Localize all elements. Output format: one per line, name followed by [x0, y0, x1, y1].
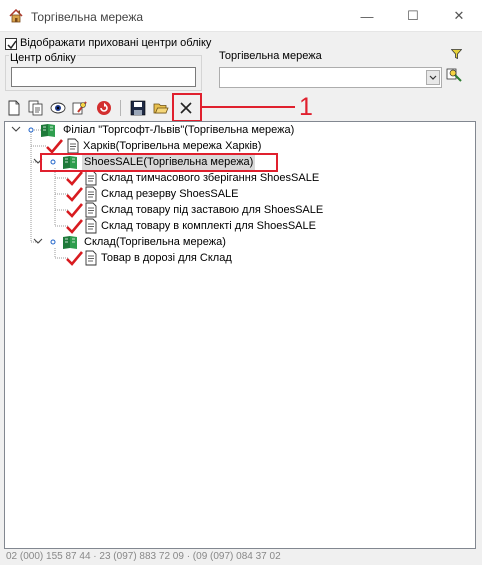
tree-node-label: Філіал "Торгсофт-Львів"(Торгівельна мере…: [63, 124, 295, 136]
toolbar-separator: [120, 100, 121, 116]
annotation-highlight-delete: [172, 93, 202, 122]
window-title: Торгівельна мережа: [31, 10, 144, 24]
tree-node-kharkiv[interactable]: Харків(Торгівельна мережа Харків): [45, 138, 465, 154]
network-dropdown-button[interactable]: [426, 70, 440, 85]
tree-expander-icon[interactable]: [31, 234, 81, 250]
tree-node-in-transit[interactable]: Товар в дорозі для Склад: [65, 250, 465, 266]
show-hidden-label[interactable]: Відображати приховані центри обліку: [20, 37, 211, 49]
window-content: Відображати приховані центри обліку Цент…: [0, 32, 482, 565]
copy-icon[interactable]: [28, 100, 44, 116]
filter-funnel-icon[interactable]: [451, 49, 462, 59]
minimize-button[interactable]: —: [344, 0, 390, 32]
tree-node-reserve[interactable]: Склад резерву ShoesSALE: [65, 186, 465, 202]
maximize-button[interactable]: ☐: [390, 0, 436, 32]
network-combobox[interactable]: [219, 67, 442, 88]
tree-node-label: Склад(Торгівельна мережа): [84, 236, 226, 248]
edit-icon[interactable]: [72, 100, 88, 116]
tree-node-label: Харків(Торгівельна мережа Харків): [83, 140, 262, 152]
tree-node-label: Товар в дорозі для Склад: [101, 252, 232, 264]
tree-node-sklad[interactable]: Склад(Торгівельна мережа): [31, 234, 451, 250]
view-icon[interactable]: [50, 100, 66, 116]
refresh-icon[interactable]: [96, 100, 112, 116]
app-house-icon: [9, 9, 23, 23]
active-check-icon: [66, 170, 97, 186]
tree-node-label: Склад резерву ShoesSALE: [101, 188, 239, 200]
close-icon: ✕: [453, 8, 465, 23]
annotation-callout-line: [202, 106, 295, 108]
tree-node-pledge[interactable]: Склад товару під заставою для ShoesSALE: [65, 202, 465, 218]
active-check-icon: [66, 218, 97, 234]
save-icon[interactable]: [130, 100, 146, 116]
active-check-icon: [46, 138, 79, 154]
new-icon[interactable]: [6, 100, 22, 116]
select-network-icon[interactable]: [446, 67, 462, 83]
tree-node-label: Склад товару в комплекті для ShoesSALE: [101, 220, 316, 232]
open-folder-icon[interactable]: [153, 100, 169, 116]
annotation-highlight-selected-node: [40, 153, 278, 172]
annotation-callout-number: 1: [299, 93, 313, 121]
chevron-down-icon: [429, 75, 437, 80]
tree-node-label: Склад товару під заставою для ShoesSALE: [101, 204, 324, 216]
status-bar: 02 (000) 155 87 44 · 23 (097) 883 72 09 …: [6, 551, 281, 562]
close-button[interactable]: ✕: [436, 0, 482, 32]
tree-node-lviv[interactable]: Філіал "Торгсофт-Львів"(Торгівельна мере…: [9, 122, 469, 138]
active-check-icon: [66, 186, 97, 202]
center-input[interactable]: [11, 67, 196, 87]
tree-panel[interactable]: Філіал "Торгсофт-Львів"(Торгівельна мере…: [4, 121, 476, 549]
toolbar: [0, 96, 482, 120]
checkmark-icon: [7, 40, 17, 50]
tree-node-temp-storage[interactable]: Склад тимчасового зберігання ShoesSALE: [65, 170, 465, 186]
center-label: Центр обліку: [9, 52, 77, 64]
maximize-icon: ☐: [407, 8, 419, 23]
minimize-icon: —: [360, 8, 374, 24]
tree-node-label: Склад тимчасового зберігання ShoesSALE: [101, 172, 320, 184]
active-check-icon: [66, 202, 97, 218]
show-hidden-checkbox[interactable]: [5, 38, 17, 50]
tree-node-kit[interactable]: Склад товару в комплекті для ShoesSALE: [65, 218, 465, 234]
network-label: Торгівельна мережа: [219, 50, 322, 62]
active-check-icon: [66, 250, 97, 266]
title-bar: Торгівельна мережа — ☐ ✕: [0, 0, 482, 32]
tree-expander-icon[interactable]: [9, 122, 59, 138]
